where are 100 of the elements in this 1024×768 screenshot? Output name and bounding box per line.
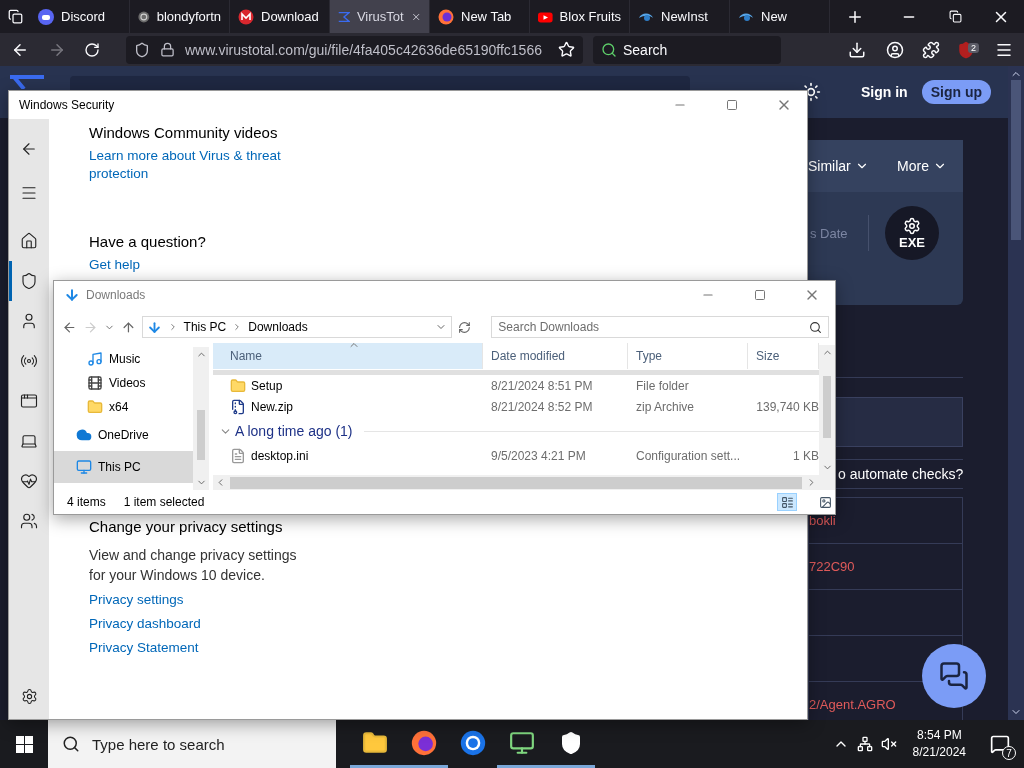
- sign-in-link[interactable]: Sign in: [861, 84, 908, 100]
- breadcrumb[interactable]: Downloads: [248, 320, 308, 334]
- section-heading: Have a question?: [89, 233, 207, 250]
- prompt-text: o automate checks?: [838, 466, 964, 482]
- date-modified: 8/21/2024 8:51 PM: [490, 378, 594, 393]
- notification-badge: 7: [1002, 746, 1016, 760]
- file-type-badge: EXE: [885, 206, 939, 260]
- scroll-thumb[interactable]: [1011, 80, 1021, 240]
- detection-text: bokli: [809, 513, 836, 528]
- account-icon[interactable]: [886, 40, 904, 59]
- browser-tab[interactable]: VirusTot: [330, 0, 430, 33]
- back-icon[interactable]: [62, 319, 77, 335]
- home-icon: [20, 232, 38, 250]
- privacy-link[interactable]: Privacy Statement: [89, 639, 199, 657]
- person-icon: [20, 312, 38, 330]
- scroll-thumb[interactable]: [197, 410, 205, 460]
- status-text: 4 items: [67, 495, 106, 509]
- firefox-icon[interactable]: [410, 729, 437, 756]
- status-text: 1 item selected: [123, 495, 205, 509]
- folder-icon[interactable]: [361, 729, 388, 756]
- people-icon: [20, 512, 38, 530]
- extensions-icon[interactable]: [922, 40, 940, 59]
- nav-item[interactable]: OneDrive: [54, 419, 193, 451]
- download-icon[interactable]: [848, 40, 866, 59]
- column-header[interactable]: Type: [628, 343, 748, 369]
- file-type: File folder: [635, 378, 690, 393]
- scrollbar[interactable]: [1008, 66, 1024, 720]
- firefox-favicon-icon: [438, 8, 454, 25]
- nav-item[interactable]: This PC: [54, 451, 193, 483]
- search-field[interactable]: Search Downloads: [491, 316, 829, 338]
- column-label: s Date: [809, 225, 849, 241]
- up-icon[interactable]: [120, 319, 136, 335]
- address-field[interactable]: www.virustotal.com/gui/file/4fa405c42636de65190ffc1566: [126, 35, 583, 64]
- computer-icon: [76, 459, 92, 475]
- music-note-icon: [87, 351, 103, 367]
- breadcrumb[interactable]: This PC: [183, 320, 227, 334]
- menu-link[interactable]: Similar: [808, 158, 869, 174]
- search-icon: [809, 320, 822, 334]
- settings-icon[interactable]: [20, 688, 38, 705]
- extension-badge: 2: [968, 42, 979, 53]
- tab-list-icon[interactable]: [7, 9, 23, 24]
- scrollbar[interactable]: [819, 345, 835, 475]
- back-icon[interactable]: [20, 140, 38, 158]
- document-icon: [230, 447, 246, 464]
- help-link[interactable]: Learn more about Virus & threat protection: [89, 147, 299, 183]
- nav-item[interactable]: x64: [54, 395, 193, 419]
- nav-item[interactable]: Videos: [54, 371, 193, 395]
- reload-icon[interactable]: [84, 41, 100, 58]
- file-row[interactable]: New.zip 8/21/2024 8:52 PM zip Archive 139,740 KB: [213, 396, 819, 417]
- date-modified: 8/21/2024 8:52 PM: [490, 399, 594, 414]
- menu-icon[interactable]: [20, 184, 38, 202]
- lock-icon: [160, 42, 175, 57]
- scrollbar[interactable]: [193, 347, 209, 490]
- windows-start-icon[interactable]: [15, 735, 33, 753]
- file-size: 139,740 KB: [755, 399, 819, 414]
- file-row[interactable]: desktop.ini 9/5/2023 4:21 PM Configuration sett... 1 KB: [213, 445, 819, 466]
- column-header[interactable]: Date modified: [483, 343, 628, 369]
- sign-up-button[interactable]: Sign up: [921, 80, 991, 104]
- search-icon: [62, 735, 80, 753]
- group-heading[interactable]: A long time ago (1): [235, 423, 353, 439]
- details-view-button[interactable]: [777, 493, 797, 511]
- network-icon[interactable]: [856, 736, 873, 752]
- nav-item[interactable]: Music: [54, 347, 193, 371]
- heart-pulse-icon: [20, 472, 38, 490]
- monitor-icon[interactable]: [508, 729, 535, 756]
- restore-icon[interactable]: [948, 10, 962, 23]
- detection-text: 2/Agent.AGRO: [809, 697, 896, 712]
- help-link[interactable]: Get help: [89, 256, 141, 274]
- column-header[interactable]: Name: [213, 343, 483, 369]
- clock[interactable]: 8:54 PM 8/21/2024: [912, 727, 966, 761]
- file-name: desktop.ini: [251, 448, 309, 463]
- film-icon: [87, 375, 103, 391]
- scroll-thumb[interactable]: [823, 376, 831, 438]
- downloads-icon: [146, 319, 162, 335]
- address-bar[interactable]: This PC Downloads: [141, 316, 453, 338]
- bookmark-star-icon[interactable]: [558, 41, 575, 58]
- file-row[interactable]: Setup 8/21/2024 8:51 PM File folder: [213, 375, 819, 396]
- maximize-icon[interactable]: [754, 289, 766, 301]
- menu-link[interactable]: More: [897, 158, 947, 174]
- browser-icon[interactable]: [459, 729, 486, 756]
- shield-icon: [134, 41, 150, 58]
- zip-file-icon: [230, 398, 246, 415]
- section-description: View and change privacy settings for your Windows 10 device.: [89, 546, 298, 585]
- detection-text: 722C90: [809, 559, 855, 574]
- search-field[interactable]: Search: [593, 35, 781, 64]
- maximize-icon[interactable]: [726, 99, 738, 111]
- logo-icon: [10, 75, 44, 89]
- window-title: Windows Security: [19, 98, 115, 112]
- search-field[interactable]: [70, 76, 690, 90]
- muted-speaker-icon[interactable]: [880, 736, 897, 752]
- theme-sun-icon[interactable]: [801, 82, 821, 102]
- privacy-link[interactable]: Privacy settings: [89, 591, 184, 609]
- image-icon: [818, 495, 832, 509]
- refresh-icon[interactable]: [458, 320, 472, 334]
- taskbar-search-field[interactable]: Type here to search: [48, 720, 336, 768]
- cloud-icon: [76, 427, 92, 443]
- downloads-icon: [64, 287, 80, 303]
- privacy-link[interactable]: Privacy dashboard: [89, 615, 201, 633]
- section-heading: Change your privacy settings: [89, 518, 284, 535]
- list-icon: [780, 495, 794, 509]
